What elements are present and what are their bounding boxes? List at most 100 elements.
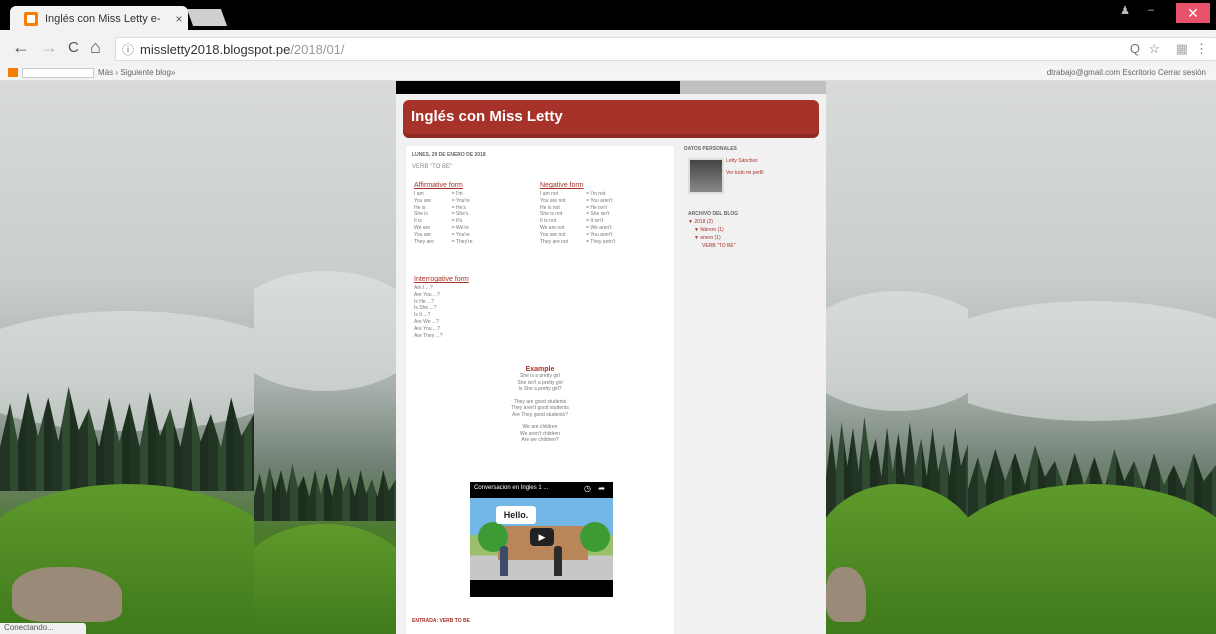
bg-panel-left (0, 81, 254, 634)
affirmative-left-list: I am You are He is She is It is We are Y… (414, 191, 434, 245)
list-item: Are You ...? (414, 325, 440, 332)
minimize-icon[interactable]: – (1148, 4, 1154, 16)
list-item: = You aren't (586, 197, 613, 204)
list-item: They are (414, 238, 434, 245)
archive-year[interactable]: ▼ 2018 (2) (688, 218, 738, 226)
affirmative-section: Affirmative form I am You are He is She … (414, 182, 472, 245)
zoom-icon[interactable]: Q (1130, 41, 1140, 56)
interrogative-heading: Interrogative form (414, 276, 469, 283)
post-area: LUNES, 29 DE ENERO DE 2018 VERB "TO BE" … (406, 146, 674, 634)
negative-left-list: I am not You are not He is not She is no… (540, 191, 568, 245)
list-item: = You're (451, 231, 470, 238)
list-item: You are not (540, 231, 566, 238)
url-host: missletty2018.blogspot.pe (140, 41, 291, 57)
post-title[interactable]: VERB "TO BE" (412, 164, 452, 170)
archive-month-feb[interactable]: ▼ febrero (1) (688, 226, 738, 234)
negative-section: Negative form I am not You are not He is… (540, 182, 615, 245)
address-bar[interactable]: ⓘ missletty2018.blogspot.pe /2018/01/ (115, 37, 1216, 61)
list-item: = She isn't (586, 211, 610, 218)
sidebar: DATOS PERSONALES Letty Sánchez Ver todo … (684, 146, 820, 249)
example-heading: Example (525, 366, 555, 373)
blog-page: Inglés con Miss Letty LUNES, 29 DE ENERO… (396, 94, 826, 634)
bg-panel-right (968, 81, 1216, 634)
list-item: Are We ...? (414, 318, 439, 325)
negative-heading: Negative form (540, 182, 584, 189)
list-item: Am I ...? (414, 285, 433, 291)
navbar-account-links[interactable]: dtrabajo@gmail.com Escritorio Cerrar ses… (1047, 68, 1206, 77)
list-item: She is not (540, 211, 563, 218)
list-item: We are not (540, 224, 565, 231)
navbar-more-links[interactable]: Más › Siguiente blog» (98, 68, 175, 77)
archive-heading: ARCHIVO DEL BLOG (688, 211, 739, 217)
affirmative-right-list: = I'm = You're = He's = She's = It's = W… (452, 191, 473, 245)
profile-icon[interactable]: ♟ (1120, 4, 1130, 17)
list-item: = I'm not (586, 191, 606, 197)
menu-icon[interactable]: ⋮ (1195, 41, 1208, 57)
play-icon[interactable]: ▶ (530, 528, 554, 546)
blog-header: Inglés con Miss Letty (403, 100, 819, 138)
watch-later-icon[interactable]: ◷ (584, 484, 591, 493)
list-item: Are You ...? (414, 291, 440, 298)
negative-right-list: = I'm not = You aren't = He isn't = She … (586, 191, 615, 245)
blog-search-input[interactable] (22, 68, 94, 78)
interrogative-section: Interrogative form Am I ...? Are You ...… (414, 276, 469, 339)
list-item: = It isn't (586, 218, 604, 225)
interrogative-list: Am I ...? Are You ...? Is He ...? Is She… (414, 285, 443, 339)
list-item: = You're (451, 197, 470, 204)
list-item: = They're (451, 238, 473, 245)
share-icon[interactable]: ➦ (598, 484, 605, 493)
blog-title[interactable]: Inglés con Miss Letty (411, 108, 563, 125)
list-item: It is not (540, 218, 557, 225)
list-item: = She's (451, 211, 469, 218)
window-close-button[interactable]: ✕ (1176, 3, 1210, 23)
browser-tab[interactable]: Inglés con Miss Letty e- × (10, 6, 188, 32)
archive-month-jan[interactable]: ▼ enero (1) (688, 234, 738, 242)
blog-archive: ARCHIVO DEL BLOG ▼ 2018 (2) ▼ febrero (1… (688, 210, 738, 250)
bg-panel-center-left (254, 81, 396, 634)
list-item: Is He ...? (414, 298, 435, 305)
forward-button[interactable]: → (40, 37, 58, 58)
extension-icon[interactable]: ▦ (1176, 41, 1188, 57)
post-footer-link[interactable]: ENTRADA: VERB TO BE (412, 618, 470, 624)
info-icon[interactable]: ⓘ (122, 41, 140, 58)
list-item: = We're (451, 224, 469, 231)
affirmative-heading: Affirmative form (414, 182, 463, 189)
new-tab-button[interactable] (186, 9, 228, 26)
list-item: You are (414, 197, 432, 204)
bg-panel-center-right (826, 81, 968, 634)
video-title[interactable]: Conversacion en Ingles 1 ... (474, 485, 548, 491)
reload-button[interactable]: C (68, 39, 79, 56)
list-item: I am not (540, 191, 559, 197)
close-tab-icon[interactable]: × (170, 12, 188, 26)
avatar[interactable] (688, 158, 724, 194)
tab-title: Inglés con Miss Letty e- (45, 13, 161, 25)
speech-bubble: Hello. (496, 506, 536, 524)
list-item: = We aren't (586, 224, 612, 231)
back-button[interactable]: ← (12, 37, 30, 58)
list-item: = He's (451, 204, 466, 211)
list-item: Is It ...? (414, 312, 431, 319)
list-item: = He isn't (586, 204, 607, 211)
blogger-navbar: Más › Siguiente blog» dtrabajo@gmail.com… (0, 66, 1216, 81)
list-item: It is (414, 218, 422, 225)
list-item: He is not (540, 204, 560, 211)
list-item: Is She ...? (414, 305, 437, 312)
profile-name[interactable]: Letty Sánchez (726, 158, 758, 164)
home-button[interactable]: ⌂ (90, 37, 101, 58)
blogger-logo-icon[interactable] (8, 68, 18, 77)
bookmark-star-icon[interactable]: ☆ (1148, 41, 1160, 57)
example-section: Example She is a pretty girl She isn't a… (406, 366, 674, 444)
view-profile-link[interactable]: Ver todo mi perfil (726, 170, 764, 176)
archive-post-link[interactable]: VERB "TO BE" (688, 242, 738, 250)
status-bar: Conectando... (0, 623, 86, 634)
blogger-favicon-icon (24, 12, 38, 26)
tab-strip: Inglés con Miss Letty e- × ♟ – ✕ (0, 0, 1216, 32)
list-item: She is (414, 211, 428, 218)
list-item: I am (414, 191, 424, 197)
youtube-video-embed[interactable]: Conversacion en Ingles 1 ... ◷ ➦ Hello. … (470, 482, 613, 597)
video-thumbnail: Hello. ▶ (470, 498, 613, 580)
list-item: = They aren't (586, 238, 616, 245)
browser-toolbar: ← → C ⌂ ⓘ missletty2018.blogspot.pe /201… (0, 30, 1216, 66)
example-line: Are we children? (521, 437, 559, 443)
list-item: = You aren't (586, 231, 613, 238)
